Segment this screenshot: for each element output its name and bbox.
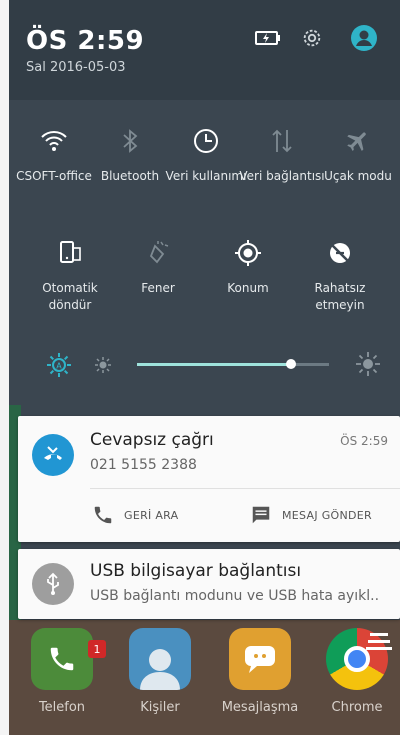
- phone-app-icon: [31, 628, 93, 690]
- tile-location[interactable]: Konum: [204, 236, 292, 314]
- date[interactable]: Sal 2016-05-03: [26, 60, 126, 75]
- send-message-label: MESAJ GÖNDER: [282, 508, 372, 522]
- tile-mobile-data[interactable]: Veri bağlantısı: [239, 124, 325, 185]
- brightness-high-icon: [356, 352, 380, 376]
- tile-label: Veri kullanımı: [165, 169, 247, 183]
- dock-app-messaging[interactable]: Mesajlaşma: [218, 628, 302, 715]
- brightness-slider-fill: [137, 363, 291, 366]
- missed-call-notification[interactable]: Cevapsız çağrı 021 5155 2388 ÖS 2:59 GER…: [18, 416, 400, 542]
- notification-title: Cevapsız çağrı: [90, 430, 214, 450]
- account-icon[interactable]: [350, 24, 378, 52]
- settings-gear-icon[interactable]: [298, 24, 326, 52]
- messaging-app-icon: [229, 628, 291, 690]
- notification-time: ÖS 2:59: [340, 434, 388, 448]
- tile-label: CSOFT-office: [16, 169, 92, 183]
- bluetooth-icon: [113, 124, 147, 158]
- dock-app-label: Chrome: [331, 700, 383, 715]
- missed-call-avatar: [32, 434, 74, 476]
- notification-title: USB bilgisayar bağlantısı: [90, 561, 302, 581]
- tile-bluetooth[interactable]: Bluetooth: [92, 124, 168, 185]
- notification-divider: [90, 488, 400, 489]
- usb-avatar: [32, 563, 74, 605]
- dock-app-phone[interactable]: Telefon: [30, 628, 94, 715]
- call-back-label: GERİ ARA: [124, 508, 179, 522]
- brightness-slider[interactable]: [137, 359, 329, 369]
- svg-text:A: A: [56, 362, 62, 371]
- tile-wifi[interactable]: CSOFT-office: [16, 124, 92, 185]
- dock-app-label: Kişiler: [140, 700, 180, 715]
- data-usage-icon: [189, 124, 223, 158]
- tile-label: Konum: [227, 281, 269, 295]
- caller-number: 021 5155 2388: [90, 457, 197, 473]
- clock: ÖS 2:59: [26, 26, 145, 56]
- brightness-bar: A: [9, 345, 400, 385]
- phone-icon: [94, 506, 112, 524]
- dock-app-contacts[interactable]: Kişiler: [128, 628, 192, 715]
- message-icon: [252, 506, 270, 524]
- brightness-slider-thumb[interactable]: [285, 359, 296, 369]
- unread-badge: 1: [88, 640, 106, 658]
- auto-brightness-icon[interactable]: A: [45, 351, 73, 379]
- wifi-icon: [37, 124, 71, 158]
- tile-label: Uçak modu: [324, 169, 392, 183]
- quick-settings-row-2: Otomatik döndür Fener Konum Rahatsız etm…: [28, 236, 388, 314]
- flashlight-icon: [141, 236, 175, 270]
- tile-airplane[interactable]: Uçak modu: [320, 124, 396, 185]
- menu-lines-icon: [366, 633, 392, 650]
- airplane-icon: [341, 124, 375, 158]
- tile-auto-rotate[interactable]: Otomatik döndür: [28, 236, 112, 314]
- tile-do-not-disturb[interactable]: Rahatsız etmeyin: [292, 236, 388, 314]
- call-back-button[interactable]: GERİ ARA: [92, 504, 179, 526]
- notification-text: USB bağlantı modunu ve USB hata ayıkl..: [90, 588, 380, 604]
- dock-app-label: Mesajlaşma: [221, 700, 299, 715]
- brightness-low-icon: [95, 357, 111, 373]
- do-not-disturb-icon: [323, 236, 357, 270]
- tile-label: Fener: [141, 281, 175, 295]
- tile-data-usage[interactable]: Veri kullanımı: [165, 124, 247, 185]
- tile-label: Veri bağlantısı: [239, 169, 325, 183]
- usb-icon: [47, 572, 59, 595]
- tile-label: Bluetooth: [100, 169, 160, 183]
- tile-label: Rahatsız etmeyin: [314, 281, 366, 312]
- dock-app-label: Telefon: [38, 700, 86, 715]
- battery-charging-icon: [254, 24, 282, 52]
- contacts-app-icon: [129, 628, 191, 690]
- quick-settings-row-1: CSOFT-office Bluetooth Veri kullanımı Ve…: [16, 124, 396, 185]
- mobile-data-icon: [265, 124, 299, 158]
- location-icon: [231, 236, 265, 270]
- tile-flashlight[interactable]: Fener: [112, 236, 204, 314]
- missed-call-icon: [44, 446, 62, 460]
- send-message-button[interactable]: MESAJ GÖNDER: [250, 504, 372, 526]
- tile-label: Otomatik döndür: [42, 281, 98, 312]
- usb-notification[interactable]: USB bilgisayar bağlantısı USB bağlantı m…: [18, 549, 400, 619]
- auto-rotate-icon: [53, 236, 87, 270]
